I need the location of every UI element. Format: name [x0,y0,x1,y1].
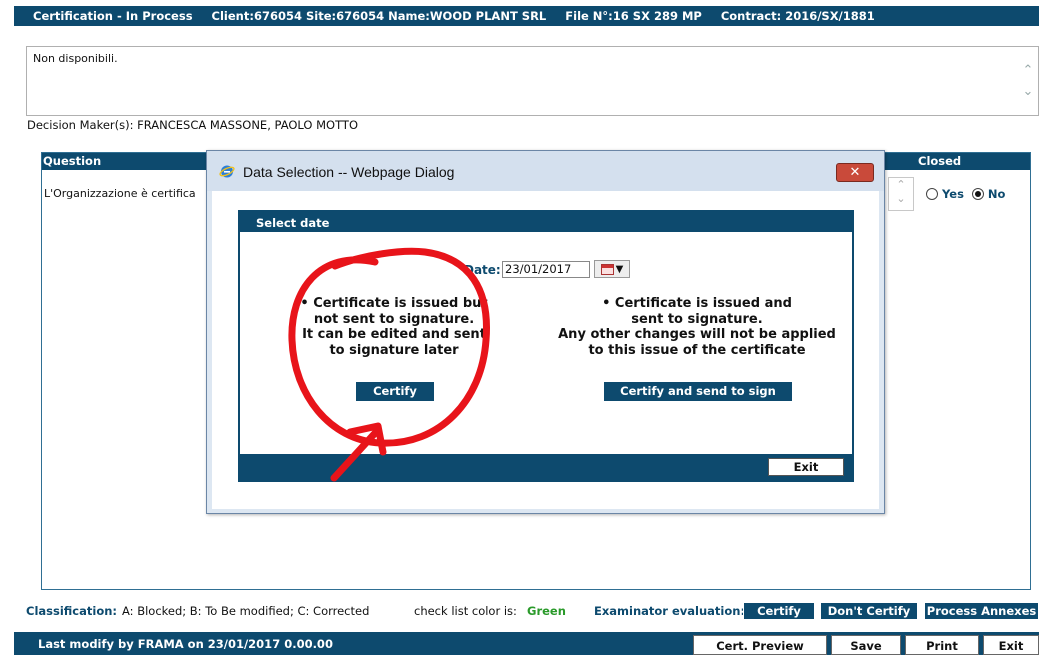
examinator-evaluation-label: Examinator evaluation: [594,604,746,618]
chevron-down-icon: ▼ [615,263,624,275]
notes-scrollbar[interactable]: ⌃ ⌄ [1018,47,1038,115]
chevron-down-icon[interactable]: ⌄ [1023,84,1034,99]
select-date-title: Select date [256,216,330,230]
date-label: Date: [464,263,501,277]
closed-column-header: Closed [918,154,962,168]
select-date-panel: Select date Date: 23/01/2017 ▼ • Certifi… [238,210,854,482]
yes-radio[interactable]: Yes [926,187,964,201]
certify-sign-desc-line: to this issue of the certificate [588,342,806,358]
notes-textarea[interactable]: Non disponibili. ⌃ ⌄ [26,46,1039,116]
certify-desc-line: It can be edited and sent [302,327,486,342]
process-annexes-button[interactable]: Process Annexes [924,602,1039,620]
checklist-color-value: Green [527,604,566,618]
header-bar: Certification - In Process Client:676054… [14,6,1039,26]
status-label: Certification - In Process [33,9,193,23]
dialog-body: Select date Date: 23/01/2017 ▼ • Certifi… [212,191,879,509]
dialog-footer: Exit [240,454,852,480]
closed-radio-group: Yes No [926,187,1005,201]
select-date-header: Select date [240,212,852,232]
no-radio-label: No [987,187,1006,201]
dialog-exit-button[interactable]: Exit [768,458,844,476]
certify-and-send-to-sign-button[interactable]: Certify and send to sign [604,382,792,401]
certify-sign-description: • Certificate is issued and sent to sign… [550,296,844,358]
no-radio[interactable]: No [971,187,1006,201]
classification-label: Classification: [26,604,118,618]
certify-button[interactable]: Certify [356,382,434,401]
cert-preview-button[interactable]: Cert. Preview [693,635,827,655]
certify-description: • Certificate is issued but not sent to … [300,296,488,358]
certify-desc-line: to signature later [329,342,459,358]
certify-evaluation-button[interactable]: Certify [743,602,815,620]
question-column-header: Question [43,154,102,168]
print-button[interactable]: Print [905,635,979,655]
save-button[interactable]: Save [831,635,901,655]
footer-bar: Last modify by FRAMA on 23/01/2017 0.00.… [14,632,1039,655]
company-name-label: Name:WOOD PLANT SRL [388,9,547,23]
checklist-color-label: check list color is: [414,604,517,618]
date-input[interactable]: 23/01/2017 [502,261,590,278]
file-number-label: File N°:16 SX 289 MP [565,9,702,23]
certify-desc-line: • Certificate is issued but [300,296,488,311]
exit-button[interactable]: Exit [983,635,1039,655]
classification-legend: A: Blocked; B: To Be modified; C: Correc… [122,604,370,618]
certify-sign-desc-line: Any other changes will not be applied [558,327,836,342]
yes-radio-label: Yes [942,187,964,201]
client-label: Client:676054 [211,9,302,23]
notes-value: Non disponibili. [33,52,118,65]
question-text: L'Organizzazione è certifica [44,187,196,200]
certify-sign-desc-line: sent to signature. [631,311,763,327]
answer-scroller[interactable]: ⌃ ⌄ [888,177,914,211]
calendar-icon [600,263,614,275]
no-radio-circle[interactable] [971,188,984,200]
dont-certify-button[interactable]: Don't Certify [820,602,918,620]
last-modify-label: Last modify by FRAMA on 23/01/2017 0.00.… [38,637,333,651]
certify-desc-line: not sent to signature. [313,311,475,327]
dialog-title: Data Selection -- Webpage Dialog [243,164,455,180]
data-selection-dialog: Data Selection -- Webpage Dialog ✕ Selec… [206,150,885,514]
contract-label: Contract: 2016/SX/1881 [720,9,875,23]
calendar-picker-button[interactable]: ▼ [594,260,630,278]
dialog-titlebar[interactable]: Data Selection -- Webpage Dialog ✕ [207,151,884,191]
yes-radio-circle[interactable] [926,188,938,200]
site-label: Site:676054 [305,9,385,23]
certify-sign-desc-line: • Certificate is issued and [602,296,792,311]
chevron-up-icon[interactable]: ⌃ [1023,63,1034,78]
decision-makers: Decision Maker(s): FRANCESCA MASSONE, PA… [27,118,359,132]
close-icon[interactable]: ✕ [836,163,874,182]
internet-explorer-icon [219,165,235,178]
